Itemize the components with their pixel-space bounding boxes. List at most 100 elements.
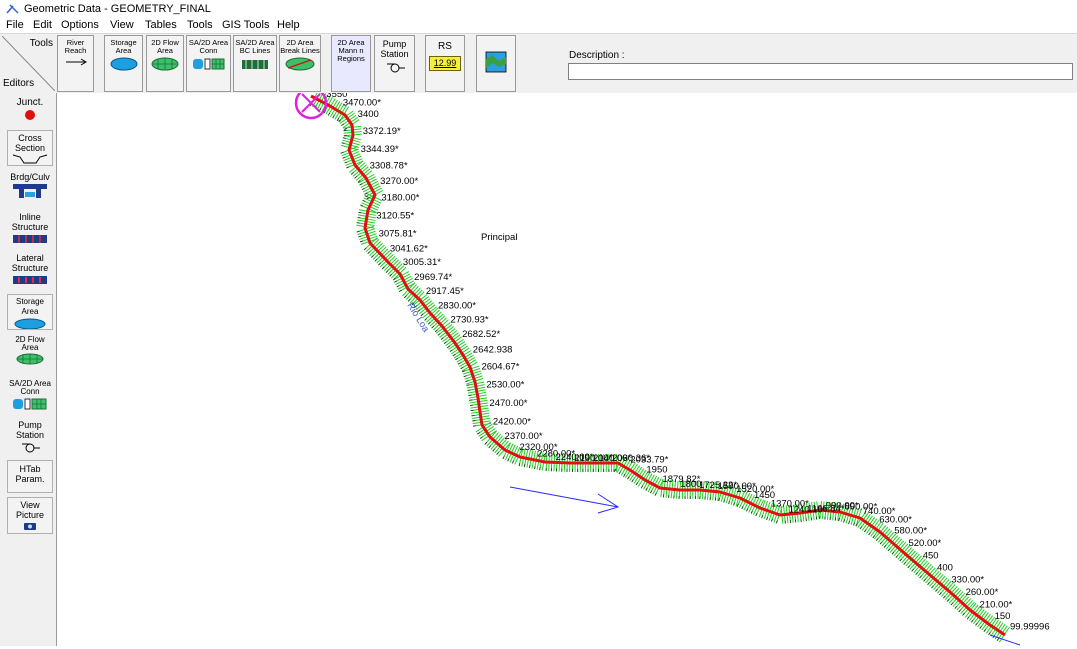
cross-section-label[interactable]: 210.00* [980, 600, 1013, 611]
cross-section-label[interactable]: 3005.31* [403, 257, 441, 268]
cross-section-label[interactable]: 3470.00* [343, 98, 381, 109]
cross-section-label[interactable]: 3180.00* [381, 193, 419, 204]
cross-section-label[interactable]: 330.00* [951, 575, 984, 586]
cross-section-bank-tick [360, 241, 363, 242]
cross-section-bank-tick [386, 271, 388, 273]
cross-section-label[interactable]: 2370.00* [505, 431, 543, 442]
tools-label: Tools [30, 38, 53, 49]
cross-section-bank-tick [357, 231, 360, 232]
inline-structure-button[interactable]: Inline Structure [7, 209, 53, 247]
lateral-structure-icon [10, 274, 50, 286]
menu-edit[interactable]: Edit [33, 19, 52, 31]
cross-section-bank-tick [876, 538, 878, 540]
cross-section-label[interactable]: 3308.78* [370, 160, 408, 171]
cross-section-bank-tick [729, 501, 730, 504]
cross-section-bank-tick [767, 517, 768, 520]
cross-section-bank-tick [441, 338, 443, 340]
cross-section-label[interactable]: 2969.74* [414, 272, 452, 283]
cross-section-bank-tick [959, 610, 961, 612]
menu-file[interactable]: File [6, 19, 24, 31]
cross-section-label[interactable]: 3120.55* [376, 211, 414, 222]
connection-icon [190, 57, 228, 71]
cross-section-label[interactable]: 3270.00* [380, 176, 418, 187]
cross-section-bank-tick [404, 296, 406, 298]
2d-area-break-lines-button[interactable]: 2D Area Break Lines [279, 35, 321, 92]
pump-station-editor-button[interactable]: Pump Station [7, 417, 53, 455]
cross-section-bank-tick [888, 549, 890, 551]
lateral-structure-button[interactable]: Lateral Structure [7, 250, 53, 290]
bridge-culvert-button[interactable]: Brdg/Culv [7, 169, 53, 205]
cross-section-label[interactable]: 3344.39* [361, 144, 399, 155]
storage-area-button[interactable]: Storage Area [104, 35, 143, 92]
cross-section-label[interactable]: 520.00* [908, 538, 941, 549]
cross-section-label[interactable]: 3400 [358, 109, 379, 120]
cross-section-label[interactable]: 2530.00* [486, 379, 524, 390]
cross-section-label[interactable]: 2470.00* [489, 398, 527, 409]
cross-section-bank-tick [854, 523, 855, 526]
cross-section-label[interactable]: 2917.45* [426, 286, 464, 297]
sa-2d-area-conn-editor-button[interactable]: SA/2D Area Conn [7, 377, 53, 413]
cross-section-bank-tick [485, 442, 487, 444]
cross-section-bank-tick [341, 152, 344, 153]
river-reach-button[interactable]: River Reach [57, 35, 94, 92]
cross-section-bank-tick [408, 299, 410, 301]
cross-section-label[interactable]: 99.99996 [1010, 622, 1050, 633]
cross-section-label[interactable]: 150 [995, 611, 1011, 622]
map-picture-button[interactable] [476, 35, 516, 92]
cross-section-bank-tick [489, 446, 491, 448]
cross-section-label[interactable]: 630.00* [879, 514, 912, 525]
title-bar: Geometric Data - GEOMETRY_FINAL [0, 0, 1077, 18]
htab-param-button[interactable]: HTab Param. [7, 460, 53, 493]
cross-section-label[interactable]: 2682.52* [462, 329, 500, 340]
cross-section-bank-tick [390, 274, 392, 276]
geometry-map[interactable]: Rio Loa Principal 35503470.00*34003372.1… [57, 93, 1077, 646]
pump-station-button[interactable]: Pump Station [374, 35, 415, 92]
menu-view[interactable]: View [110, 19, 134, 31]
cross-section-button[interactable]: Cross Section [7, 130, 53, 166]
cross-section-label[interactable]: 3075.81* [379, 229, 417, 240]
cross-section-bank-tick [355, 176, 357, 178]
menu-tools[interactable]: Tools [187, 19, 213, 31]
2d-flow-area-button[interactable]: 2D Flow Area [146, 35, 184, 92]
cross-section-icon [10, 154, 50, 164]
cross-section-label[interactable]: 3372.19* [363, 126, 401, 137]
cross-section-bank-tick [719, 498, 720, 501]
red-dot-icon [24, 109, 36, 121]
geometry-canvas[interactable]: Rio Loa Principal 35503470.00*34003372.1… [57, 93, 1077, 646]
rs-button[interactable]: RS 12.99 [425, 35, 465, 92]
toolbar: Tools Editors River Reach Storage Area 2… [0, 33, 1077, 95]
description-label: Description : [569, 50, 625, 61]
cross-section-label[interactable]: 450 [923, 550, 939, 561]
menu-tables[interactable]: Tables [145, 19, 177, 31]
cross-section-bank-tick [447, 346, 449, 348]
storage-area-icon [109, 57, 139, 71]
cross-section-label[interactable]: 2604.67* [481, 361, 519, 372]
menu-options[interactable]: Options [61, 19, 99, 31]
sa-2d-area-bc-lines-button[interactable]: SA/2D Area BC Lines [233, 35, 277, 92]
cross-section-bank-tick [924, 579, 926, 581]
sa-2d-area-conn-button[interactable]: SA/2D Area Conn [186, 35, 231, 92]
cross-section-label[interactable]: 400 [937, 562, 953, 573]
cross-section-label[interactable]: 2830.00* [438, 300, 476, 311]
cross-section-label[interactable]: 580.00* [894, 526, 927, 537]
description-input[interactable] [568, 63, 1073, 80]
cross-section-label[interactable]: 3041.62* [390, 243, 428, 254]
2d-area-mann-n-regions-button[interactable]: 2D Area Mann n Regions [331, 35, 371, 92]
cross-section-bank-tick [971, 620, 973, 622]
cross-section-label[interactable]: 2730.93* [451, 314, 489, 325]
cross-section-label[interactable]: 260.00* [966, 587, 999, 598]
cross-section-label[interactable]: 2642.938 [473, 345, 513, 356]
flow-arrow [510, 487, 618, 513]
cross-section-bank-tick [932, 586, 934, 588]
cross-section-label[interactable]: 2420.00* [493, 416, 531, 427]
2d-flow-area-editor-button[interactable]: 2D Flow Area [7, 333, 53, 373]
junction-button[interactable]: Junct. [7, 95, 53, 127]
cross-section-bank-tick [345, 162, 348, 163]
menu-help[interactable]: Help [277, 19, 300, 31]
view-picture-button[interactable]: View Picture [7, 497, 53, 534]
cross-section-bank-tick [468, 395, 471, 396]
connection-icon [10, 397, 50, 411]
menu-gis-tools[interactable]: GIS Tools [222, 19, 270, 31]
cross-section-bank-tick [343, 157, 346, 158]
storage-area-editor-button[interactable]: Storage Area [7, 294, 53, 330]
